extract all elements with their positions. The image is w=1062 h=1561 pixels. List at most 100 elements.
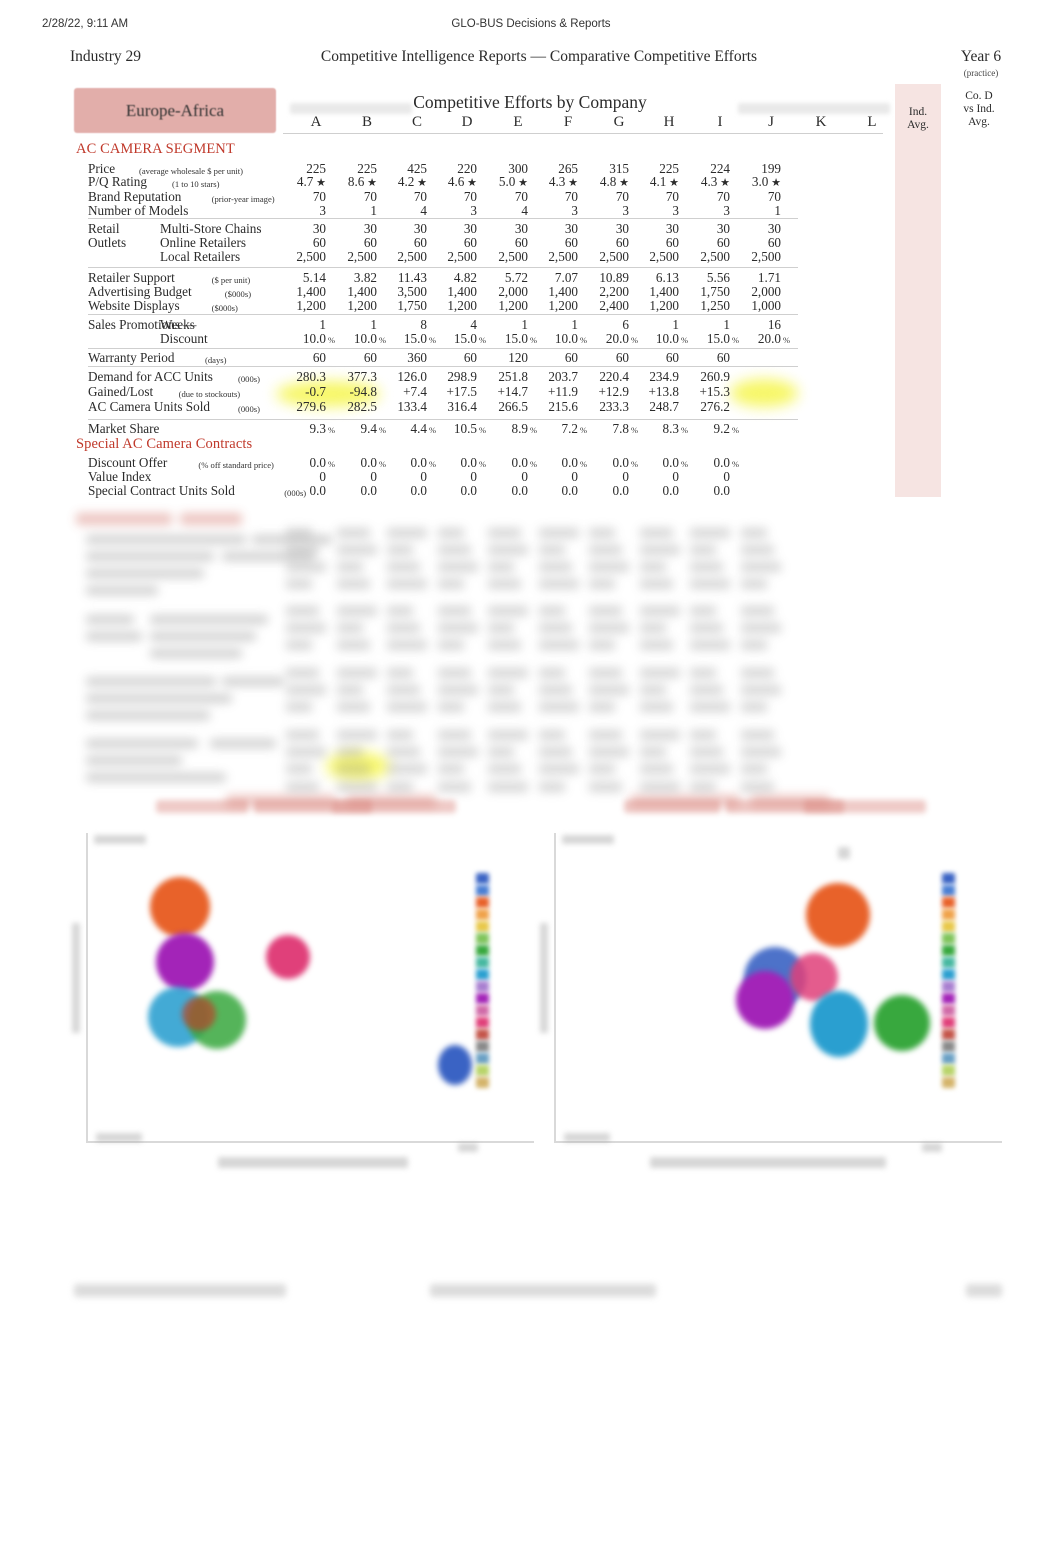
special-cell: 0.0	[561, 483, 578, 498]
redacted-value	[740, 528, 767, 538]
redacted-value	[690, 668, 716, 678]
efforts-cell: 8.3	[662, 421, 679, 436]
efforts-cell: 276.2	[700, 399, 730, 414]
column-header-f: F	[563, 114, 573, 130]
legend-swatch	[476, 1077, 489, 1088]
efforts-cell: 279.6	[296, 399, 326, 414]
column-header-a: A	[310, 114, 322, 130]
redacted-value	[589, 545, 622, 555]
redacted-value	[336, 606, 377, 616]
column-header-e: E	[513, 114, 523, 130]
efforts-cell: 360	[407, 350, 427, 365]
redacted-value	[740, 545, 774, 555]
efforts-row-unit: (average wholesale $ per unit)	[139, 166, 244, 176]
efforts-cell: 1,250	[700, 298, 730, 313]
highlight-gained-lost-j	[730, 379, 798, 407]
redacted-value	[488, 702, 521, 712]
efforts-cell: 1,200	[548, 298, 578, 313]
redacted-value	[437, 606, 471, 616]
redacted-value	[589, 782, 622, 792]
redacted-value	[690, 730, 716, 740]
efforts-cell: 282.5	[347, 399, 377, 414]
legend-swatch	[476, 1053, 489, 1064]
efforts-cell: 60	[564, 350, 578, 365]
efforts-cell: -0.7	[305, 384, 326, 399]
footer-left	[74, 1284, 286, 1297]
bubble	[438, 1045, 472, 1085]
efforts-cell: 120	[508, 350, 528, 365]
efforts-row-label: Website Displays	[88, 298, 180, 313]
bubble	[736, 971, 794, 1029]
redacted-value	[437, 528, 464, 538]
redacted-value	[538, 606, 565, 616]
redacted-value	[488, 685, 514, 695]
redacted-value	[639, 640, 673, 650]
efforts-cell: +15.3	[699, 384, 730, 399]
legend-swatch	[942, 1077, 955, 1088]
efforts-cell: 3	[622, 203, 629, 218]
efforts-cell: 1,200	[347, 298, 377, 313]
efforts-row-unit: ($ per unit)	[211, 275, 251, 285]
redacted-value	[387, 782, 413, 792]
legend-swatch	[942, 957, 955, 968]
bubble	[150, 877, 210, 937]
redacted-value	[639, 545, 680, 555]
redacted-value	[437, 747, 478, 757]
redacted-value	[286, 562, 326, 572]
hr-6	[88, 419, 798, 420]
efforts-row-unit: (1 to 10 stars)	[172, 179, 220, 189]
efforts-cell: 3	[723, 203, 730, 218]
redacted-value	[589, 730, 622, 740]
redacted-value	[740, 702, 767, 712]
efforts-cell: 9.3	[309, 421, 326, 436]
efforts-cell: 316.4	[447, 399, 477, 414]
legend-swatch	[942, 1041, 955, 1052]
redacted-value	[740, 606, 774, 616]
redacted-value	[538, 782, 565, 792]
efforts-cell: 377.3	[347, 369, 377, 384]
redacted-value	[589, 668, 622, 678]
redacted-value	[538, 747, 572, 757]
redacted-value	[639, 562, 666, 572]
efforts-cell: 126.0	[397, 369, 427, 384]
efforts-row-label: Gained/Lost	[88, 384, 154, 399]
redacted-value	[336, 747, 363, 757]
bubble	[182, 997, 216, 1031]
efforts-cell: 4.3	[532, 174, 578, 190]
redacted-value	[690, 545, 716, 555]
efforts-row-unit: ($000s)	[224, 289, 252, 299]
efforts-cell: 1,200	[498, 298, 528, 313]
efforts-cell: 15.0	[504, 331, 528, 346]
column-header-l: L	[867, 114, 877, 130]
special-cell: 0.0	[713, 483, 730, 498]
redacted-value	[286, 685, 326, 695]
efforts-cell: 4.1	[633, 174, 679, 190]
efforts-row-unit: (000s)	[238, 374, 260, 384]
redacted-value	[387, 579, 427, 589]
legend-swatch	[476, 957, 489, 968]
redacted-value	[639, 685, 666, 695]
redacted-value	[437, 545, 471, 555]
redacted-value	[690, 579, 730, 589]
redacted-value	[690, 685, 723, 695]
redacted-value	[387, 747, 420, 757]
chart-left-ylabel-top	[94, 835, 146, 844]
efforts-cell: 3	[672, 203, 679, 218]
redacted-value	[538, 685, 572, 695]
column-header-g: G	[613, 114, 625, 130]
efforts-cell: 248.7	[649, 399, 679, 414]
efforts-cell: +13.8	[648, 384, 679, 399]
redacted-value	[639, 606, 680, 616]
chart-right-xtick	[922, 1143, 942, 1152]
redacted-value	[538, 702, 579, 712]
efforts-cell: 220.4	[599, 369, 629, 384]
efforts-cell: 1,200	[296, 298, 326, 313]
redacted-value	[488, 545, 528, 555]
redacted-value	[437, 730, 471, 740]
redacted-value	[488, 640, 521, 650]
efforts-cell: 1	[370, 203, 377, 218]
redacted-value	[336, 623, 363, 633]
footer-center	[430, 1284, 656, 1297]
efforts-cell: 60	[615, 350, 629, 365]
legend-swatch	[476, 897, 489, 908]
